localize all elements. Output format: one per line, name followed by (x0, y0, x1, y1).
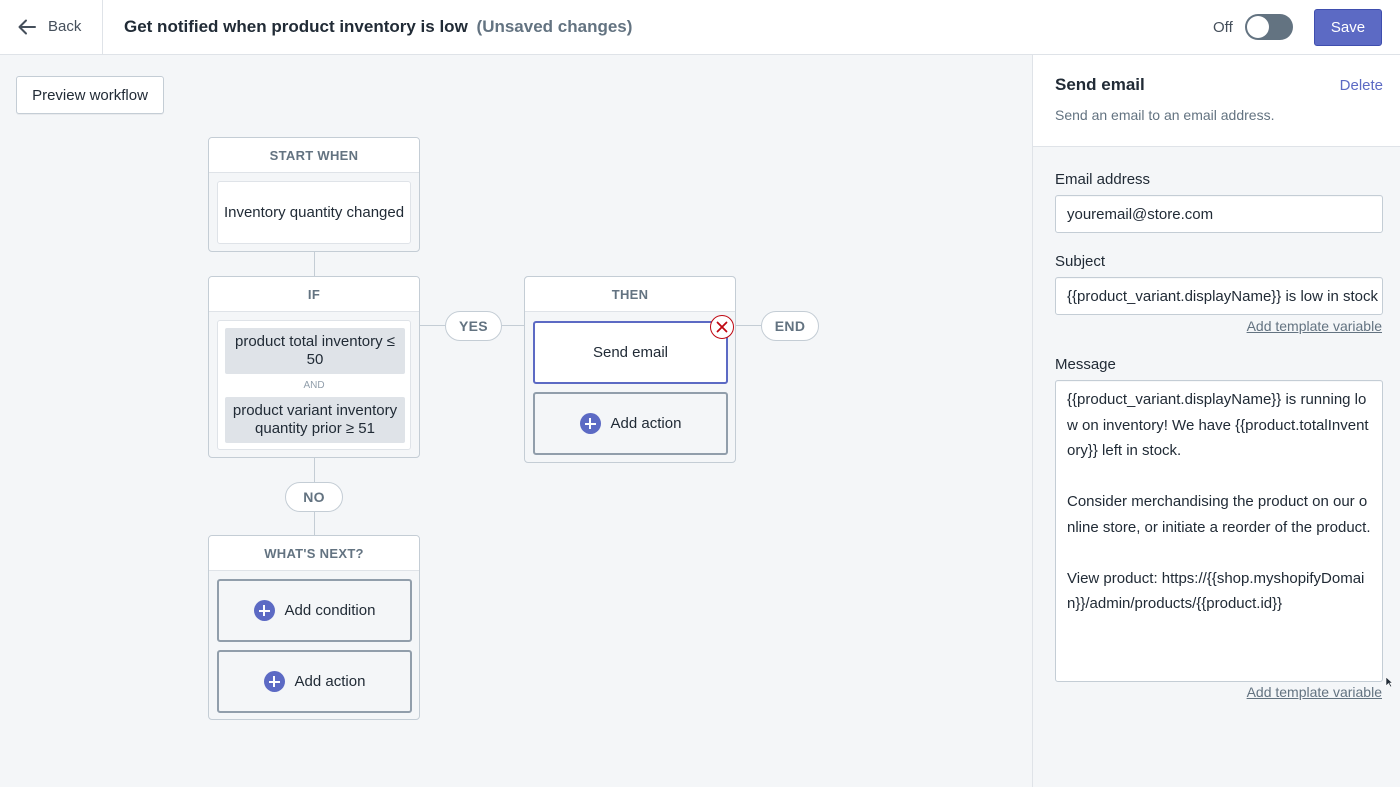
condition-item[interactable]: product total inventory ≤ 50 (225, 328, 405, 374)
connector (736, 325, 761, 326)
add-condition-label: Add condition (284, 602, 376, 619)
toggle-label: Off (1213, 19, 1233, 36)
send-email-panel: Send email Delete Send an email to an em… (1032, 55, 1400, 787)
workflow-toggle[interactable] (1245, 14, 1293, 40)
top-bar: Back Get notified when product inventory… (0, 0, 1400, 55)
plus-icon (263, 671, 285, 692)
connector (314, 458, 315, 482)
plus-icon (579, 413, 601, 434)
trigger-box[interactable]: Inventory quantity changed (217, 181, 411, 244)
subject-label: Subject (1055, 253, 1106, 270)
no-branch-label: NO (285, 482, 343, 512)
unsaved-indicator: (Unsaved changes) (476, 17, 633, 36)
close-icon (716, 321, 728, 333)
email-label: Email address (1055, 171, 1151, 188)
end-label: END (761, 311, 819, 341)
add-action-label: Add action (610, 415, 682, 432)
remove-action-button[interactable] (710, 315, 734, 339)
start-when-card: START WHEN Inventory quantity changed (208, 137, 420, 252)
connector (502, 325, 525, 326)
toggle-knob (1247, 16, 1269, 38)
plus-icon (253, 600, 275, 621)
add-template-variable-link[interactable]: Add template variable (1247, 318, 1382, 334)
panel-description: Send an email to an email address. (1055, 107, 1275, 123)
conditions-box[interactable]: product total inventory ≤ 50 AND product… (217, 320, 411, 450)
connector (314, 252, 315, 277)
arrow-left-icon (18, 19, 36, 35)
whats-next-header: WHAT'S NEXT? (209, 536, 419, 571)
email-field[interactable]: youremail@store.com (1055, 195, 1383, 233)
then-header: THEN (525, 277, 735, 312)
start-when-header: START WHEN (209, 138, 419, 173)
preview-workflow-button[interactable]: Preview workflow (16, 76, 164, 114)
panel-title: Send email (1055, 75, 1145, 94)
save-button[interactable]: Save (1314, 9, 1382, 46)
delete-link[interactable]: Delete (1340, 77, 1383, 94)
add-condition-button[interactable]: Add condition (217, 579, 412, 642)
message-field[interactable]: {{product_variant.displayName}} is runni… (1055, 380, 1383, 682)
add-action-button[interactable]: Add action (533, 392, 728, 455)
subject-field[interactable]: {{product_variant.displayName}} is low i… (1055, 277, 1383, 315)
then-card: THEN Send email Add action (524, 276, 736, 463)
panel-header: Send email Delete Send an email to an em… (1033, 55, 1400, 147)
if-header: IF (209, 277, 419, 312)
mouse-cursor-icon (1385, 676, 1393, 688)
page-title: Get notified when product inventory is l… (124, 17, 632, 37)
add-template-variable-link[interactable]: Add template variable (1247, 684, 1382, 700)
add-action-button[interactable]: Add action (217, 650, 412, 713)
connector (420, 325, 445, 326)
yes-branch-label: YES (445, 311, 502, 341)
connector (314, 511, 315, 535)
back-label: Back (48, 18, 82, 35)
and-joiner: AND (303, 380, 325, 391)
send-email-action[interactable]: Send email (533, 321, 728, 384)
add-action-label: Add action (294, 673, 366, 690)
back-button[interactable]: Back (0, 0, 103, 55)
if-card: IF product total inventory ≤ 50 AND prod… (208, 276, 420, 458)
whats-next-card: WHAT'S NEXT? Add condition Add action (208, 535, 420, 720)
workflow-title: Get notified when product inventory is l… (124, 17, 468, 36)
condition-item[interactable]: product variant inventory quantity prior… (225, 397, 405, 443)
message-label: Message (1055, 356, 1116, 373)
